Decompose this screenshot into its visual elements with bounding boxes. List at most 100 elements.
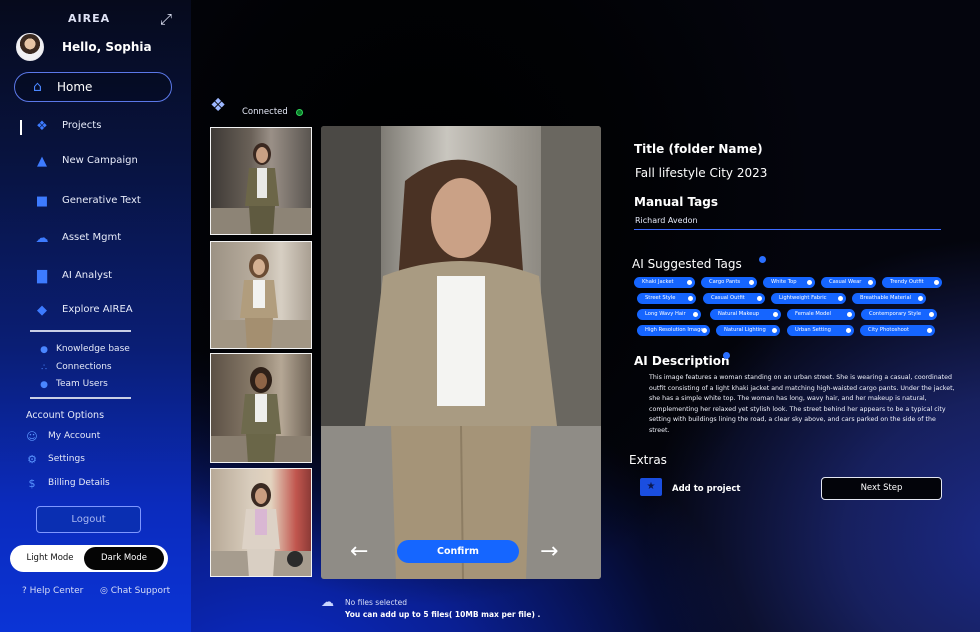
remove-tag-icon[interactable] (757, 296, 762, 301)
sidebar-item-settings[interactable]: ⚙ Settings (0, 452, 191, 468)
logout-button[interactable]: Logout (36, 506, 141, 533)
ai-tag-label: Natural Makeup (718, 311, 760, 317)
remove-tag-icon[interactable] (847, 312, 852, 317)
app-window: AIREA ⤢ Hello, Sophia ⌂ Home ❖ Projects ▲… (0, 0, 980, 632)
sidebar-item-billing[interactable]: $ Billing Details (0, 476, 191, 492)
remove-tag-icon[interactable] (929, 312, 934, 317)
sidebar-item-knowledge-base[interactable]: ● Knowledge base (0, 342, 191, 358)
light-mode-option[interactable]: Light Mode (14, 549, 86, 568)
ai-tag[interactable]: High Resolution Image (637, 325, 710, 336)
ai-suggested-tags-heading: AI Suggested Tags (632, 257, 742, 271)
avatar[interactable] (16, 33, 44, 61)
remove-tag-icon[interactable] (749, 280, 754, 285)
ai-tag-label: White Top (771, 279, 797, 285)
expand-icon[interactable]: ⤢ (160, 11, 176, 27)
title-value[interactable]: Fall lifestyle City 2023 (635, 166, 767, 180)
ai-tag[interactable]: Long Wavy Hair (637, 309, 701, 320)
ai-tag[interactable]: Khaki Jacket (634, 277, 695, 288)
ai-tag[interactable]: Female Model (787, 309, 855, 320)
thumbnail-3[interactable] (210, 353, 312, 463)
remove-tag-icon[interactable] (868, 280, 873, 285)
remove-tag-icon[interactable] (687, 280, 692, 285)
ai-tag[interactable]: Urban Setting (787, 325, 854, 336)
gear-icon: ⚙ (27, 453, 37, 466)
remove-tag-icon[interactable] (838, 296, 843, 301)
ai-tag-label: Breathable Material (860, 295, 912, 301)
info-icon[interactable] (723, 352, 730, 359)
home-icon: ⌂ (33, 79, 42, 95)
ai-tag-label: Lightweight Fabric (779, 295, 827, 301)
info-icon[interactable] (759, 256, 766, 263)
sidebar-item-team-users[interactable]: ● Team Users (0, 377, 191, 393)
ai-tag-label: Female Model (795, 311, 831, 317)
ai-tag[interactable]: Natural Makeup (710, 309, 781, 320)
ai-tag[interactable]: Breathable Material (852, 293, 926, 304)
photo-person-3 (211, 367, 311, 462)
sidebar-item-projects[interactable]: ❖ Projects (0, 116, 191, 138)
remove-tag-icon[interactable] (807, 280, 812, 285)
chat-support-link[interactable]: ◎ Chat Support (100, 586, 170, 596)
thumbnail-4[interactable] (210, 468, 312, 577)
upload-limit-note: You can add up to 5 files( 10MB max per … (345, 610, 541, 619)
manual-tags-underline (634, 229, 941, 230)
ai-tag-label: Casual Outfit (711, 295, 745, 301)
ai-tag[interactable]: Cargo Pants (701, 277, 757, 288)
ai-tag[interactable]: Trendy Outfit (882, 277, 942, 288)
sidebar-item-label: AI Analyst (62, 270, 113, 281)
remove-tag-icon[interactable] (688, 296, 693, 301)
dollar-icon: $ (28, 477, 36, 490)
previous-arrow-icon[interactable]: ← (350, 540, 378, 564)
sidebar-item-asset-mgmt[interactable]: ☁ Asset Mgmt (0, 228, 191, 250)
ai-tag-label: Casual Wear (829, 279, 862, 285)
add-to-project-label[interactable]: Add to project (672, 484, 740, 494)
projects-icon: ❖ (36, 119, 48, 134)
sidebar-item-label: Settings (48, 454, 85, 464)
extras-heading: Extras (629, 453, 667, 467)
manual-tags-input[interactable]: Richard Avedon (635, 216, 698, 225)
ai-tag[interactable]: Casual Outfit (703, 293, 765, 304)
ai-tag-label: City Photoshoot (868, 327, 909, 333)
thumbnail-1[interactable] (210, 127, 312, 235)
remove-tag-icon[interactable] (772, 328, 777, 333)
sidebar-item-home[interactable]: ⌂ Home (14, 72, 172, 102)
sidebar-item-connections[interactable]: ∴ Connections (0, 360, 191, 376)
ai-tag[interactable]: Contemporary Style (861, 309, 937, 320)
cloud-upload-icon[interactable]: ☁ (321, 596, 339, 610)
sidebar-item-label: Asset Mgmt (62, 232, 122, 243)
ai-tag[interactable]: Street Style (637, 293, 696, 304)
sidebar-item-label: Generative Text (62, 195, 141, 206)
next-step-button[interactable]: Next Step (821, 477, 942, 500)
next-arrow-icon[interactable]: → (540, 540, 568, 564)
ai-tag[interactable]: White Top (763, 277, 815, 288)
sidebar-item-label: Connections (56, 362, 112, 372)
ai-tag[interactable]: City Photoshoot (860, 325, 935, 336)
thumbnail-2[interactable] (210, 241, 312, 349)
sidebar-item-my-account[interactable]: ☺ My Account (0, 429, 191, 445)
remove-tag-icon[interactable] (702, 328, 707, 333)
remove-tag-icon[interactable] (934, 280, 939, 285)
account-options-heading: Account Options (26, 410, 105, 421)
sidebar-item-generative-text[interactable]: ■ Generative Text (0, 191, 191, 213)
dark-mode-option[interactable]: Dark Mode (84, 547, 164, 570)
remove-tag-icon[interactable] (846, 328, 851, 333)
ai-tag[interactable]: Casual Wear (821, 277, 876, 288)
sidebar-item-ai-analyst[interactable]: ▇ AI Analyst (0, 266, 191, 288)
help-center-link[interactable]: ? Help Center (22, 586, 83, 596)
sidebar-item-new-campaign[interactable]: ▲ New Campaign (0, 151, 191, 173)
remove-tag-icon[interactable] (918, 296, 923, 301)
ai-tag-label: High Resolution Image (645, 327, 704, 333)
remove-tag-icon[interactable] (773, 312, 778, 317)
ai-tag[interactable]: Natural Lighting (716, 325, 780, 336)
dropbox-icon[interactable]: ❖ (210, 95, 236, 117)
sidebar-item-explore-airea[interactable]: ◆ Explore AIREA (0, 300, 191, 322)
remove-tag-icon[interactable] (693, 312, 698, 317)
brain-icon: ● (40, 345, 48, 355)
ai-tag[interactable]: Lightweight Fabric (771, 293, 846, 304)
divider (30, 330, 131, 332)
ai-tag-label: Natural Lighting (724, 327, 766, 333)
photo-person-main (321, 126, 601, 579)
confirm-button[interactable]: Confirm (397, 540, 519, 563)
folder-star-icon[interactable]: ★ (640, 478, 662, 496)
theme-toggle[interactable]: Light Mode Dark Mode (10, 545, 168, 572)
remove-tag-icon[interactable] (927, 328, 932, 333)
